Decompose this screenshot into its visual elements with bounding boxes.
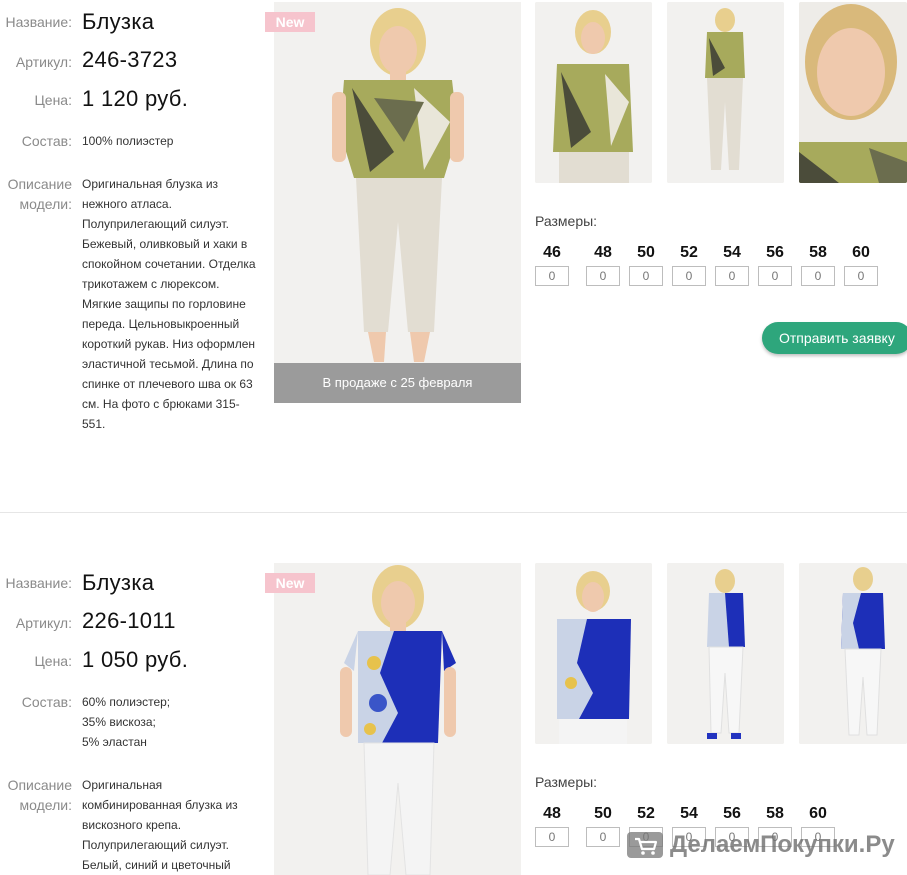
size-number: 52 xyxy=(680,244,698,261)
size-option-46: 46 xyxy=(535,244,569,286)
size-number: 56 xyxy=(723,805,741,822)
size-number: 56 xyxy=(766,244,784,261)
description-text: Оригинальная блузка из нежного атласа. П… xyxy=(82,177,256,431)
sizes-label: Размеры: xyxy=(535,213,598,229)
size-option-52: 52 xyxy=(672,244,706,286)
sizes-label: Размеры: xyxy=(535,774,598,790)
new-badge: New xyxy=(265,12,315,32)
article-label: Артикул: xyxy=(15,54,72,70)
composition-label: Состав: xyxy=(21,133,72,149)
send-request-button[interactable]: Отправить заявку xyxy=(762,322,907,354)
quantity-input-48[interactable] xyxy=(535,827,569,847)
size-number: 48 xyxy=(543,805,561,822)
size-option-48: 48 xyxy=(535,805,569,847)
size-option-50: 50 xyxy=(629,244,663,286)
quantity-input-46[interactable] xyxy=(535,266,569,286)
description-label: Описание модели: xyxy=(7,777,72,813)
size-option-54: 54 xyxy=(715,244,749,286)
product-price: 1 050 руб. xyxy=(82,647,189,672)
thumbnail-front[interactable] xyxy=(535,563,652,744)
name-label: Название: xyxy=(5,14,72,30)
size-number: 60 xyxy=(809,805,827,822)
size-number: 50 xyxy=(594,805,612,822)
description-text: Оригинальная комбинированная блузка из в… xyxy=(82,778,238,872)
price-label: Цена: xyxy=(34,92,72,108)
quantity-input-52[interactable] xyxy=(672,266,706,286)
size-option-50: 50 xyxy=(586,805,620,847)
quantity-input-48[interactable] xyxy=(586,266,620,286)
product-divider xyxy=(0,512,907,513)
size-number: 58 xyxy=(766,805,784,822)
size-number: 46 xyxy=(543,244,561,261)
name-label: Название: xyxy=(5,575,72,591)
composition-value: 100% полиэстер xyxy=(82,134,174,148)
size-number: 54 xyxy=(723,244,741,261)
size-option-56: 56 xyxy=(758,244,792,286)
composition-line: 60% полиэстер; xyxy=(82,695,171,709)
size-option-58: 58 xyxy=(801,244,835,286)
quantity-input-56[interactable] xyxy=(758,266,792,286)
quantity-input-50[interactable] xyxy=(629,266,663,286)
price-label: Цена: xyxy=(34,653,72,669)
watermark-text: ДелаемПокупки.Ру xyxy=(670,831,895,858)
watermark: ДелаемПокупки.Ру xyxy=(626,828,895,862)
thumbnail-back[interactable] xyxy=(667,563,784,744)
cart-icon xyxy=(626,830,664,860)
size-option-60: 60 xyxy=(844,244,878,286)
quantity-input-54[interactable] xyxy=(715,266,749,286)
composition-line: 5% эластан xyxy=(82,735,147,749)
size-option-48: 48 xyxy=(586,244,620,286)
product-name: Блузка xyxy=(82,9,155,34)
product-article: 246-3723 xyxy=(82,47,178,72)
size-number: 60 xyxy=(852,244,870,261)
size-number: 48 xyxy=(594,244,612,261)
size-number: 52 xyxy=(637,805,655,822)
product-name: Блузка xyxy=(82,570,155,595)
quantity-input-60[interactable] xyxy=(844,266,878,286)
composition-label: Состав: xyxy=(21,694,72,710)
new-badge: New xyxy=(265,573,315,593)
size-number: 54 xyxy=(680,805,698,822)
description-label: Описание модели: xyxy=(7,176,72,212)
quantity-input-50[interactable] xyxy=(586,827,620,847)
quantity-input-58[interactable] xyxy=(801,266,835,286)
product-card: Название: Блузка Артикул: 246-3723 Цена:… xyxy=(0,0,907,512)
thumbnail-front[interactable] xyxy=(535,2,652,183)
article-label: Артикул: xyxy=(15,615,72,631)
main-product-photo[interactable] xyxy=(274,563,521,875)
size-number: 58 xyxy=(809,244,827,261)
composition-line: 35% вискоза; xyxy=(82,715,156,729)
main-product-photo[interactable] xyxy=(274,2,521,403)
thumbnail-closeup[interactable] xyxy=(799,2,907,183)
sale-notice: В продаже с 25 февраля xyxy=(274,363,521,403)
thumbnail-side[interactable] xyxy=(799,563,907,744)
product-price: 1 120 руб. xyxy=(82,86,189,111)
product-article: 226-1011 xyxy=(82,608,176,633)
thumbnail-back[interactable] xyxy=(667,2,784,183)
size-number: 50 xyxy=(637,244,655,261)
